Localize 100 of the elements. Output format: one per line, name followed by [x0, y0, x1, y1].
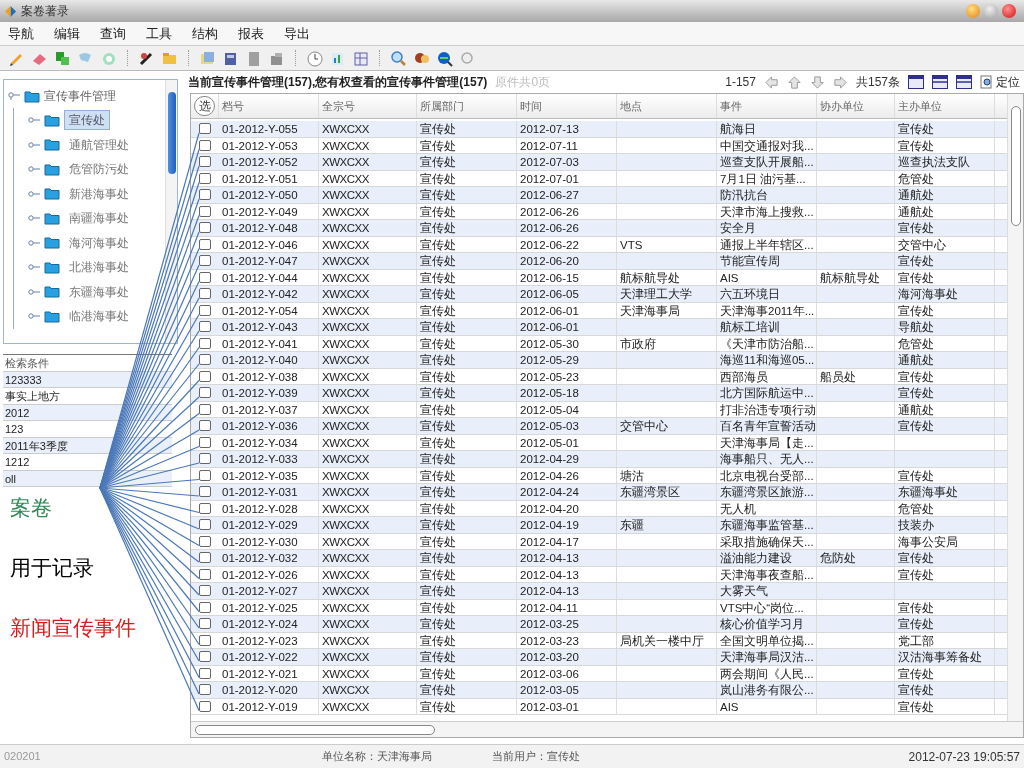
annotation-text: 案卷: [10, 495, 52, 521]
close-button[interactable]: [1002, 4, 1016, 18]
menu-item[interactable]: 结构: [192, 23, 218, 44]
checkbox[interactable]: [199, 304, 211, 316]
checkbox[interactable]: [199, 585, 211, 597]
column-header[interactable]: 时间: [520, 97, 542, 115]
column-header[interactable]: 协办单位: [820, 97, 864, 115]
copy-icon[interactable]: [54, 49, 71, 67]
checkbox[interactable]: [199, 205, 211, 217]
tree-item[interactable]: 东疆海事处: [64, 281, 134, 302]
checkbox[interactable]: [199, 370, 211, 382]
menu-item[interactable]: 报表: [238, 23, 264, 44]
detail-view-icon[interactable]: [956, 75, 972, 89]
checkbox[interactable]: [199, 552, 211, 564]
column-header[interactable]: 事件: [720, 97, 742, 115]
select-all-button[interactable]: 选: [194, 96, 215, 116]
globe-search-icon[interactable]: [436, 49, 453, 67]
table-cell: 宣传处: [420, 436, 456, 449]
checkbox[interactable]: [199, 189, 211, 201]
column-header[interactable]: 档号: [222, 97, 244, 115]
checkbox[interactable]: [199, 469, 211, 481]
checkbox[interactable]: [199, 123, 211, 135]
tree-node-handle-icon[interactable]: [28, 263, 40, 272]
tree-node-handle-icon[interactable]: [28, 238, 40, 247]
tree-node-handle-icon[interactable]: [8, 92, 20, 100]
checkbox[interactable]: [199, 634, 211, 646]
checkbox[interactable]: [199, 255, 211, 267]
column-header[interactable]: 地点: [620, 97, 642, 115]
checkbox[interactable]: [199, 139, 211, 151]
checkbox[interactable]: [199, 156, 211, 168]
tree-node-handle-icon[interactable]: [28, 287, 40, 296]
checkbox[interactable]: [199, 403, 211, 415]
menu-item[interactable]: 导出: [284, 23, 310, 44]
tree-item[interactable]: 宣传事件管理: [44, 87, 116, 105]
checkbox[interactable]: [199, 486, 211, 498]
clock-icon[interactable]: [306, 49, 323, 67]
tree-item[interactable]: 宣传处: [64, 110, 110, 131]
grid-view-icon[interactable]: [908, 75, 924, 89]
checkbox[interactable]: [199, 568, 211, 580]
checkbox[interactable]: [199, 288, 211, 300]
tree-node-handle-icon[interactable]: [28, 189, 40, 198]
locate-button[interactable]: 定位: [980, 73, 1020, 91]
column-header[interactable]: 主办单位: [898, 97, 942, 115]
column-header[interactable]: 所属部门: [420, 97, 464, 115]
tree-item[interactable]: 北港海事处: [64, 257, 134, 278]
column-header[interactable]: 全宗号: [322, 97, 355, 115]
tree-item[interactable]: 南疆海事处: [64, 208, 134, 229]
table-cell: 01-2012-Y-039: [222, 387, 298, 399]
checkbox[interactable]: [199, 700, 211, 712]
checkbox[interactable]: [199, 618, 211, 630]
table-cell: 宣传处: [898, 271, 934, 284]
checkbox[interactable]: [199, 222, 211, 234]
checkbox[interactable]: [199, 667, 211, 679]
checkbox[interactable]: [199, 354, 211, 366]
table-cell: 01-2012-Y-035: [222, 469, 298, 482]
table-cell: XWXCXX: [322, 354, 369, 366]
list-view-icon[interactable]: [932, 75, 948, 89]
checkbox[interactable]: [199, 684, 211, 696]
table-cell: 宣传处: [420, 634, 456, 647]
checkbox[interactable]: [199, 271, 211, 283]
tree-item[interactable]: 通航管理处: [64, 134, 134, 155]
tree-item[interactable]: 临港海事处: [64, 306, 134, 327]
table-cell: 01-2012-Y-055: [222, 123, 298, 135]
menu-item[interactable]: 导航: [8, 23, 34, 44]
menu-item[interactable]: 工具: [146, 23, 172, 44]
checkbox[interactable]: [199, 172, 211, 184]
status-datetime: 2012-07-23 19:05:57: [908, 748, 1020, 766]
horizontal-scrollbar[interactable]: [191, 721, 1023, 737]
table-cell: 东疆: [620, 519, 644, 531]
scrollbar[interactable]: [1007, 94, 1023, 721]
search-icon[interactable]: [390, 49, 407, 67]
table-cell: 2012-05-01: [520, 436, 579, 449]
checkbox[interactable]: [199, 321, 211, 333]
table-cell: 宣传处: [420, 321, 456, 333]
menu-item[interactable]: 编辑: [54, 23, 80, 44]
tree-item[interactable]: 海河海事处: [64, 232, 134, 253]
checkbox[interactable]: [199, 502, 211, 514]
checkbox[interactable]: [199, 387, 211, 399]
menu-item[interactable]: 查询: [100, 23, 126, 44]
checkbox[interactable]: [199, 436, 211, 448]
checkbox[interactable]: [199, 601, 211, 613]
tree-node-handle-icon[interactable]: [28, 214, 40, 223]
checkbox[interactable]: [199, 651, 211, 663]
tree-item[interactable]: 危管防污处: [64, 159, 134, 180]
checkbox[interactable]: [199, 420, 211, 432]
table-cell: 宣传处: [420, 189, 456, 201]
table-cell: XWXCXX: [322, 321, 369, 333]
table-cell: 宣传处: [420, 486, 456, 498]
tree-node-handle-icon[interactable]: [28, 165, 40, 174]
tree-item[interactable]: 新港海事处: [64, 183, 134, 204]
tree-node-handle-icon[interactable]: [28, 312, 40, 321]
checkbox[interactable]: [199, 238, 211, 250]
checkbox[interactable]: [199, 535, 211, 547]
table-cell: 01-2012-Y-042: [222, 288, 298, 300]
table-icon[interactable]: [352, 49, 369, 67]
checkbox[interactable]: [199, 337, 211, 349]
checkbox[interactable]: [199, 453, 211, 465]
checkbox[interactable]: [199, 519, 211, 531]
tree-node-handle-icon[interactable]: [28, 140, 40, 149]
tree-node-handle-icon[interactable]: [28, 116, 40, 125]
